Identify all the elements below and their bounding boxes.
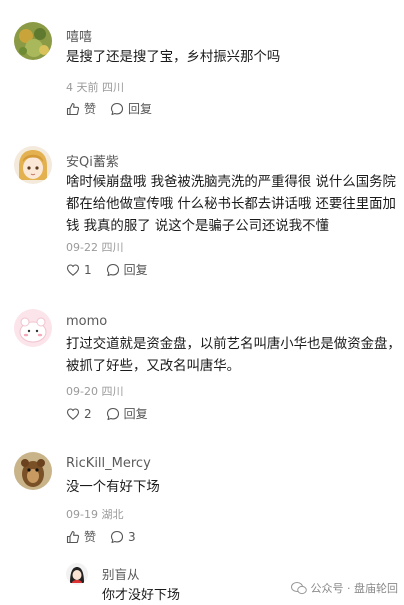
watermark-text: 公众号 · 盘庙轮回 (310, 582, 399, 595)
comment-text: 没一个有好下场 (66, 480, 160, 495)
reply-text: 你才没好下场 (102, 588, 181, 603)
like-button[interactable]: 赞 (66, 528, 96, 545)
comment-text: 打过交道就是资金盘，以前艺名叫唐小华也是做资金盘，被抓了好些，又改名叫唐华。 (66, 337, 401, 374)
reply-button[interactable]: 回复 (110, 100, 152, 117)
comment-meta: 09-20 四川 (66, 385, 124, 398)
comment-username[interactable]: 嘻嘻 (66, 26, 92, 45)
comment-text: 是搜了还是搜了宝，乡村振兴那个吗 (66, 50, 281, 65)
avatar[interactable] (14, 146, 52, 184)
reply-button[interactable]: 3 (110, 530, 136, 544)
comment-actions: 1 回复 (66, 261, 162, 278)
avatar[interactable] (14, 22, 52, 60)
reply-label: 回复 (123, 263, 148, 277)
comment-bubble-icon (110, 530, 124, 543)
thumbs-up-icon (66, 102, 80, 115)
like-count: 1 (84, 262, 92, 277)
comment-actions: 赞 3 (66, 528, 150, 545)
comment-actions: 2 回复 (66, 405, 162, 422)
like-button[interactable]: 2 (66, 407, 92, 421)
reply-count: 3 (128, 529, 136, 544)
avatar-image (14, 22, 52, 60)
avatar-image (14, 452, 52, 490)
reply-label: 回复 (123, 407, 148, 421)
heart-icon (66, 407, 80, 420)
comment-bubble-icon (106, 263, 119, 276)
watermark: 公众号 · 盘庙轮回 (290, 580, 399, 596)
like-button[interactable]: 1 (66, 263, 92, 277)
comment-meta: 09-22 四川 (66, 241, 124, 254)
avatar[interactable] (66, 563, 88, 585)
avatar-image (66, 563, 88, 585)
reply-label: 回复 (128, 102, 153, 116)
reply-username[interactable]: 别盲从 (102, 564, 140, 583)
avatar-image (14, 146, 52, 184)
avatar[interactable] (14, 309, 52, 347)
comment-text: 啥时候崩盘哦 我爸被洗脑壳洗的严重得很 说什么国务院都在给他做宣传哦 什么秘书长… (66, 175, 396, 234)
like-button[interactable]: 赞 (66, 100, 96, 117)
avatar[interactable] (14, 452, 52, 490)
like-label: 赞 (84, 530, 97, 544)
heart-icon (66, 263, 80, 276)
like-label: 赞 (84, 102, 97, 116)
comment-meta: 4 天前 四川 (66, 81, 124, 94)
like-count: 2 (84, 406, 92, 421)
reply-button[interactable]: 回复 (106, 261, 148, 278)
thumbs-up-icon (66, 530, 80, 543)
avatar-image (14, 309, 52, 347)
comment-username[interactable]: 安Qi蓄紫 (66, 151, 119, 170)
comment-actions: 赞 回复 (66, 100, 166, 117)
comment-bubble-icon (106, 407, 119, 420)
comment-username[interactable]: RicKill_Mercy (66, 456, 151, 471)
comment-username[interactable]: momo (66, 314, 107, 329)
comment-meta: 09-19 湖北 (66, 508, 124, 521)
reply-button[interactable]: 回复 (106, 405, 148, 422)
comment-bubble-icon (110, 102, 124, 115)
wechat-icon (290, 582, 307, 595)
